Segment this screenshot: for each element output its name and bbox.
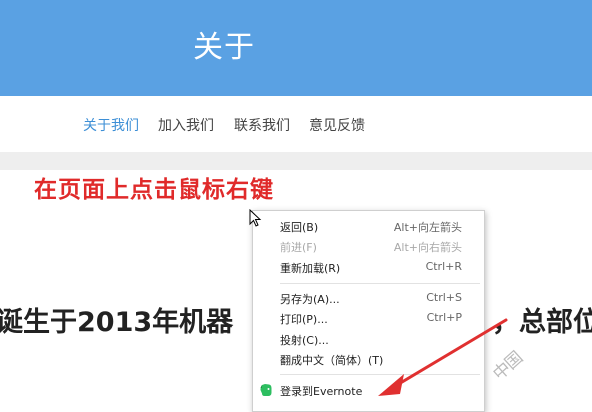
annotation-arrow-icon: [378, 318, 508, 396]
menu-item-shortcut: Alt+向右箭头: [393, 241, 462, 254]
menu-item-label: 登录到Evernote: [280, 385, 363, 398]
menu-item-label: 打印(P)...: [280, 313, 328, 326]
menu-item-shortcut: Ctrl+R: [425, 260, 462, 273]
section-divider: [0, 152, 592, 170]
mouse-cursor-icon: [249, 209, 262, 227]
menu-item-label: 投射(C)...: [280, 334, 329, 347]
menu-item-label: 另存为(A)...: [280, 293, 340, 306]
nav-item-about-us[interactable]: 关于我们: [83, 115, 139, 135]
nav-item-contact-us[interactable]: 联系我们: [234, 115, 290, 135]
page-title: 关于: [193, 30, 255, 65]
menu-item-label: 重新加载(R): [280, 262, 341, 275]
instruction-annotation: 在页面上点击鼠标右键: [34, 176, 274, 203]
body-heading-left: 诞生于2013年机器: [0, 307, 234, 338]
menu-item-label: 返回(B): [280, 221, 319, 234]
page-header: 关于: [0, 0, 592, 96]
menu-item-label: 前进(F): [280, 241, 317, 254]
menu-item-back[interactable]: 返回(B) Alt+向左箭头: [253, 216, 484, 236]
menu-item-shortcut: Alt+向左箭头: [393, 221, 462, 234]
menu-item-shortcut: Ctrl+S: [426, 291, 462, 304]
nav-item-join-us[interactable]: 加入我们: [158, 115, 214, 135]
menu-item-save-as[interactable]: 另存为(A)... Ctrl+S: [253, 288, 484, 308]
menu-item-reload[interactable]: 重新加载(R) Ctrl+R: [253, 257, 484, 277]
menu-item-forward[interactable]: 前进(F) Alt+向右箭头: [253, 236, 484, 256]
menu-separator: [280, 283, 480, 284]
evernote-icon: [260, 384, 272, 396]
nav-item-feedback[interactable]: 意见反馈: [309, 115, 365, 135]
top-nav: 关于我们 加入我们 联系我们 意见反馈: [0, 96, 592, 152]
